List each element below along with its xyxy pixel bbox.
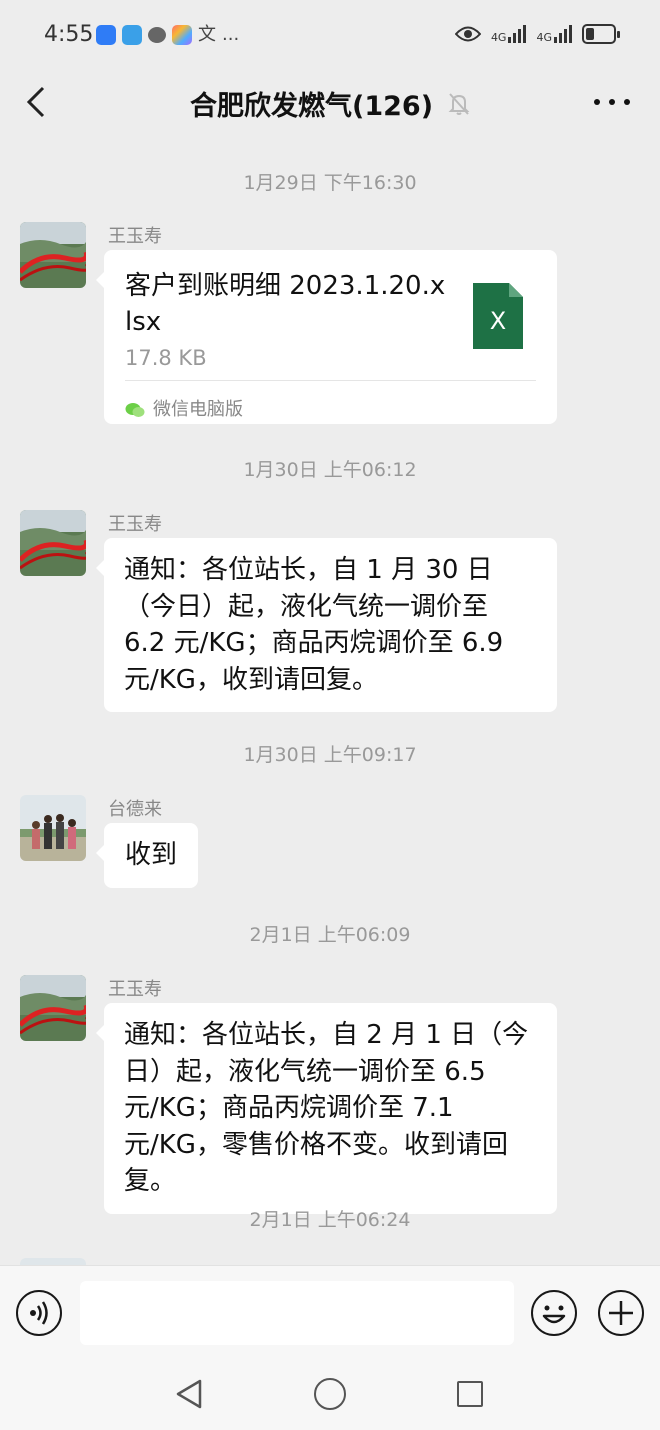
sender-name: 王玉寿 — [108, 226, 162, 247]
divider — [125, 380, 536, 381]
avatar-landscape-image — [20, 510, 86, 576]
timestamp: 1月30日 上午09:17 — [243, 744, 417, 766]
nav-back-icon[interactable] — [174, 1378, 204, 1410]
avatar-landscape-image — [20, 975, 86, 1041]
emoji-button[interactable] — [531, 1290, 577, 1336]
status-bar: 4:55 文 ... 4G 4G — [0, 0, 660, 72]
nav-home-icon[interactable] — [314, 1378, 346, 1410]
plus-button[interactable] — [598, 1290, 644, 1336]
avatar[interactable] — [20, 795, 86, 861]
system-navigation-bar — [0, 1360, 660, 1430]
chat-title: 合肥欣发燃气(126) — [190, 91, 434, 122]
network-label-2: 4G — [536, 31, 552, 44]
file-source-label: 微信电脑版 — [153, 399, 243, 420]
more-notifications-icon: ... — [222, 24, 240, 45]
timestamp: 2月1日 上午06:09 — [249, 924, 411, 946]
excel-file-icon: X — [473, 283, 523, 349]
sender-name: 台德来 — [108, 799, 162, 820]
avatar[interactable] — [20, 1258, 86, 1265]
avatar[interactable] — [20, 975, 86, 1041]
text-message-bubble[interactable]: 通知：各位站长，自 1 月 30 日（今日）起，液化气统一调价至 6.2 元/K… — [96, 538, 557, 712]
nav-recents-icon[interactable] — [457, 1381, 483, 1407]
avatar[interactable] — [20, 222, 86, 288]
status-time: 4:55 — [44, 22, 94, 47]
file-icon-letter: X — [490, 307, 506, 335]
bell-off-icon — [448, 92, 470, 115]
avatar-landscape-image — [20, 222, 86, 288]
voice-icon — [30, 1301, 48, 1325]
text-icon: 文 — [198, 24, 216, 45]
plus-icon — [609, 1301, 633, 1325]
avatar-group-photo — [20, 795, 86, 861]
more-dots-icon — [594, 99, 600, 105]
title-group: 合肥欣发燃气(126) — [190, 84, 471, 123]
text-message-bubble[interactable]: 通知：各位站长，自 2 月 1 日（今日）起，液化气统一调价至 6.5 元/KG… — [96, 1003, 557, 1214]
text-message-bubble[interactable]: 收到 — [95, 823, 199, 888]
signal-icon-2: 4G — [536, 25, 572, 43]
chat-header: 合肥欣发燃气(126) — [0, 72, 660, 130]
timestamp: 1月29日 下午16:30 — [243, 172, 417, 194]
network-label: 4G — [490, 31, 507, 44]
avatar-group-photo — [20, 1258, 86, 1265]
app-blue-icon — [96, 25, 116, 45]
back-button[interactable] — [18, 82, 54, 122]
file-name: 客户到账明细 2023.1.20.xlsx — [125, 271, 446, 337]
message-list[interactable]: 1月29日 下午16:30 王玉寿 客户到账明细 2023.1.20.xlsx … — [0, 130, 660, 1265]
chevron-left-icon — [26, 86, 45, 118]
wechat-icon — [125, 403, 145, 418]
timestamp: 1月30日 上午06:12 — [243, 459, 417, 481]
file-message-bubble[interactable]: 客户到账明细 2023.1.20.xlsx 17.8 KB X 微信电脑版 — [96, 250, 557, 424]
weather-icon — [122, 25, 142, 45]
battery-icon — [582, 24, 620, 44]
signal-icon: 4G — [491, 25, 527, 43]
voice-button[interactable] — [16, 1290, 62, 1336]
message-input[interactable] — [80, 1281, 514, 1345]
more-button[interactable] — [594, 88, 630, 116]
chat-input-bar — [0, 1265, 660, 1360]
notification-icons: 文 ... — [96, 25, 239, 45]
eye-icon — [454, 26, 481, 42]
timestamp: 2月1日 上午06:24 — [249, 1209, 411, 1231]
file-size: 17.8 KB — [125, 346, 207, 370]
message-icon — [148, 27, 166, 43]
sender-name: 王玉寿 — [108, 514, 162, 535]
sender-name: 王玉寿 — [108, 979, 162, 1000]
emoji-icon — [542, 1305, 566, 1324]
avatar[interactable] — [20, 510, 86, 576]
app-colorful-icon — [172, 25, 192, 45]
system-status-icons: 4G 4G — [454, 24, 620, 44]
file-source: 微信电脑版 — [125, 392, 243, 429]
